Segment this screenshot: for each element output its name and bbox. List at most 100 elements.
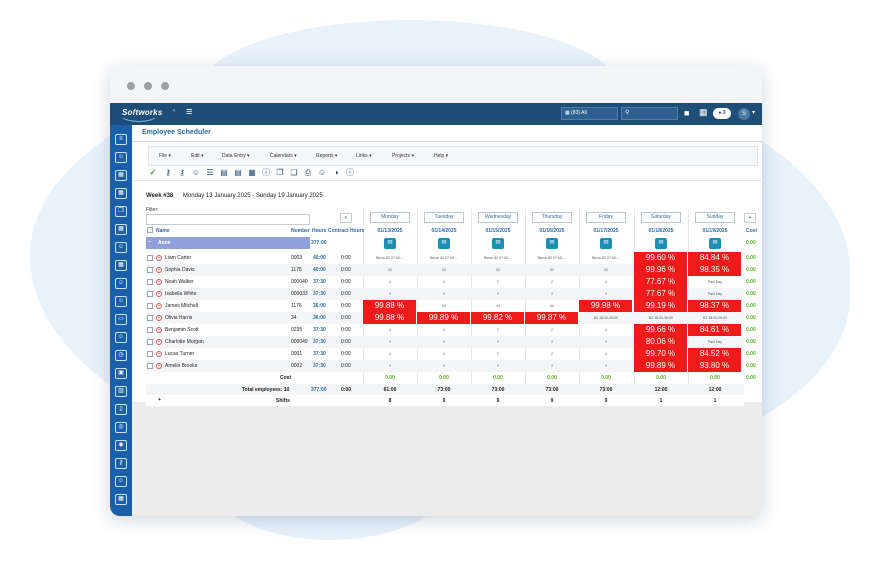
shift-cell[interactable]: 44 <box>417 304 471 308</box>
utilization-cell[interactable]: 98.35 % <box>688 264 742 276</box>
chat-icon[interactable]: ✉ <box>438 238 450 249</box>
shift-cell[interactable]: 2 <box>417 364 471 368</box>
sidebar-calendar-icon[interactable]: ▦ <box>115 260 127 271</box>
utilization-cell[interactable]: 99.60 % <box>634 252 688 264</box>
calendar-icon[interactable]: ▦ <box>247 168 257 178</box>
shift-cell[interactable]: 44 <box>525 304 579 308</box>
shift-cell[interactable]: Bmon 82 07:00-... <box>363 256 417 260</box>
row-checkbox[interactable] <box>147 363 153 369</box>
shift-cell[interactable]: 2 <box>471 328 525 332</box>
chat-icon[interactable]: ✉ <box>492 238 504 249</box>
key-icon[interactable]: ⚷ <box>163 168 173 178</box>
chart-icon[interactable]: ◑ <box>331 168 341 178</box>
day-header-monday[interactable]: Monday <box>370 212 410 223</box>
employee-name[interactable]: James Mitchell <box>165 303 198 309</box>
utilization-cell[interactable]: 80.06 % <box>634 336 688 348</box>
shift-cell[interactable]: 2 <box>363 364 417 368</box>
sidebar-schedule-icon[interactable]: ≡ <box>115 134 127 145</box>
expand-icon[interactable]: + <box>156 339 162 345</box>
list-icon[interactable]: ☰ <box>205 168 215 178</box>
shift-cell[interactable]: 2 <box>363 328 417 332</box>
sidebar-clock-icon[interactable]: ◷ <box>115 350 127 361</box>
shift-cell[interactable]: 2 <box>525 340 579 344</box>
shift-cell[interactable]: 2 <box>579 328 633 332</box>
menu-reports[interactable]: Reports ▾ <box>316 153 337 159</box>
sidebar-user-gear-icon[interactable]: ☺ <box>115 242 127 253</box>
utilization-cell[interactable]: 77.67 % <box>634 276 688 288</box>
sidebar-user-clock-icon[interactable]: ☺ <box>115 296 127 307</box>
expand-icon[interactable]: + <box>156 315 162 321</box>
sidebar-chart-icon[interactable]: ▥ <box>115 386 127 397</box>
user-gear-icon[interactable]: ☺ <box>191 168 201 178</box>
column-header-cost[interactable]: Cost <box>746 228 757 234</box>
row-checkbox[interactable] <box>147 291 153 297</box>
employee-name[interactable]: Amelia Brooks <box>165 363 197 369</box>
column-header-contract-hours[interactable]: Contract Hours <box>328 228 364 234</box>
column-header-hours[interactable]: Hours <box>312 228 326 234</box>
select-all-checkbox[interactable] <box>147 227 153 233</box>
shift-cell[interactable]: 2 <box>417 340 471 344</box>
utilization-cell[interactable]: 99.87 % <box>525 312 579 324</box>
shift-cell[interactable]: 2 <box>579 292 633 296</box>
shift-cell[interactable]: 2 <box>525 280 579 284</box>
sidebar-user-list-icon[interactable]: ☺ <box>115 332 127 343</box>
sidebar-calendar-check-icon[interactable]: ▦ <box>115 494 127 505</box>
employee-name[interactable]: Noah Walker <box>165 279 194 285</box>
utilization-cell[interactable]: 77.67 % <box>634 288 688 300</box>
row-checkbox[interactable] <box>147 303 153 309</box>
shift-cell[interactable]: 2 <box>417 328 471 332</box>
day-header-thursday[interactable]: Thursday <box>532 212 572 223</box>
shift-cell[interactable]: Bmon 82 07:00-... <box>525 256 579 260</box>
employee-name[interactable]: Olivia Harris <box>165 315 192 321</box>
info-icon[interactable]: ⓘ <box>345 168 355 178</box>
employee-name[interactable]: Charlotte Morgan <box>165 339 204 345</box>
shift-cell[interactable]: 02 <box>471 268 525 272</box>
sidebar-calendar-icon[interactable]: ▦ <box>115 170 127 181</box>
printer-icon[interactable]: ⎙ <box>303 168 313 178</box>
utilization-cell[interactable]: 84.84 % <box>688 252 742 264</box>
shift-cell[interactable]: Bmon 82 07:00-... <box>417 256 471 260</box>
utilization-cell[interactable]: 98.37 % <box>688 300 742 312</box>
shift-cell[interactable]: B2 18:00-06:00 <box>634 316 688 320</box>
shift-cell[interactable]: 2 <box>471 292 525 296</box>
info-icon[interactable]: ⓘ <box>261 168 271 178</box>
expand-icon[interactable]: + <box>156 291 162 297</box>
hamburger-menu-icon[interactable]: ≡ <box>186 106 192 118</box>
utilization-cell[interactable]: 99.96 % <box>634 264 688 276</box>
employee-name[interactable]: Benjamin Scott <box>165 327 199 333</box>
employee-name[interactable]: Lucas Turner <box>165 351 194 357</box>
chevron-icon[interactable]: ‹ <box>173 108 175 114</box>
row-checkbox[interactable] <box>147 255 153 261</box>
expand-icon[interactable]: + <box>156 351 162 357</box>
day-header-tuesday[interactable]: Tuesday <box>424 212 464 223</box>
utilization-cell[interactable]: 99.88 % <box>363 312 417 324</box>
sidebar-users-icon[interactable]: ☺ <box>115 152 127 163</box>
shift-cell[interactable]: 2 <box>579 280 633 284</box>
chat-icon[interactable]: ✉ <box>709 238 721 249</box>
shift-cell[interactable]: 02 <box>417 268 471 272</box>
document-icon[interactable]: ▤ <box>219 168 229 178</box>
search-input[interactable]: ⚲ <box>621 107 678 120</box>
shift-cell[interactable]: 2 <box>579 340 633 344</box>
shift-cell[interactable]: 2 <box>525 292 579 296</box>
shift-cell[interactable]: B2 18:00-06:00 <box>579 316 633 320</box>
notification-badge[interactable]: ● 3 <box>713 108 731 119</box>
grid-icon[interactable]: ▦ <box>699 107 708 118</box>
sidebar-user-icon[interactable]: ☺ <box>115 476 127 487</box>
prev-week-button[interactable]: < <box>340 213 352 223</box>
shift-cell[interactable]: Bmon 82 07:00-... <box>471 256 525 260</box>
shift-cell[interactable]: 2 <box>417 352 471 356</box>
sidebar-truck-icon[interactable]: ▭ <box>115 314 127 325</box>
row-checkbox[interactable] <box>147 327 153 333</box>
expand-icon[interactable]: + <box>156 303 162 309</box>
utilization-cell[interactable]: 99.82 % <box>471 312 525 324</box>
utilization-cell[interactable]: 99.70 % <box>634 348 688 360</box>
key-icon[interactable]: ⚷ <box>177 168 187 178</box>
utilization-cell[interactable]: 99.98 % <box>579 300 633 312</box>
shift-cell[interactable]: 2 <box>363 292 417 296</box>
expand-icon[interactable]: + <box>156 255 162 261</box>
sidebar-key-icon[interactable]: ⚷ <box>115 458 127 469</box>
shift-cell[interactable]: 2 <box>525 352 579 356</box>
utilization-cell[interactable]: 84.61 % <box>688 324 742 336</box>
sidebar-lock-icon[interactable]: ▯ <box>115 404 127 415</box>
